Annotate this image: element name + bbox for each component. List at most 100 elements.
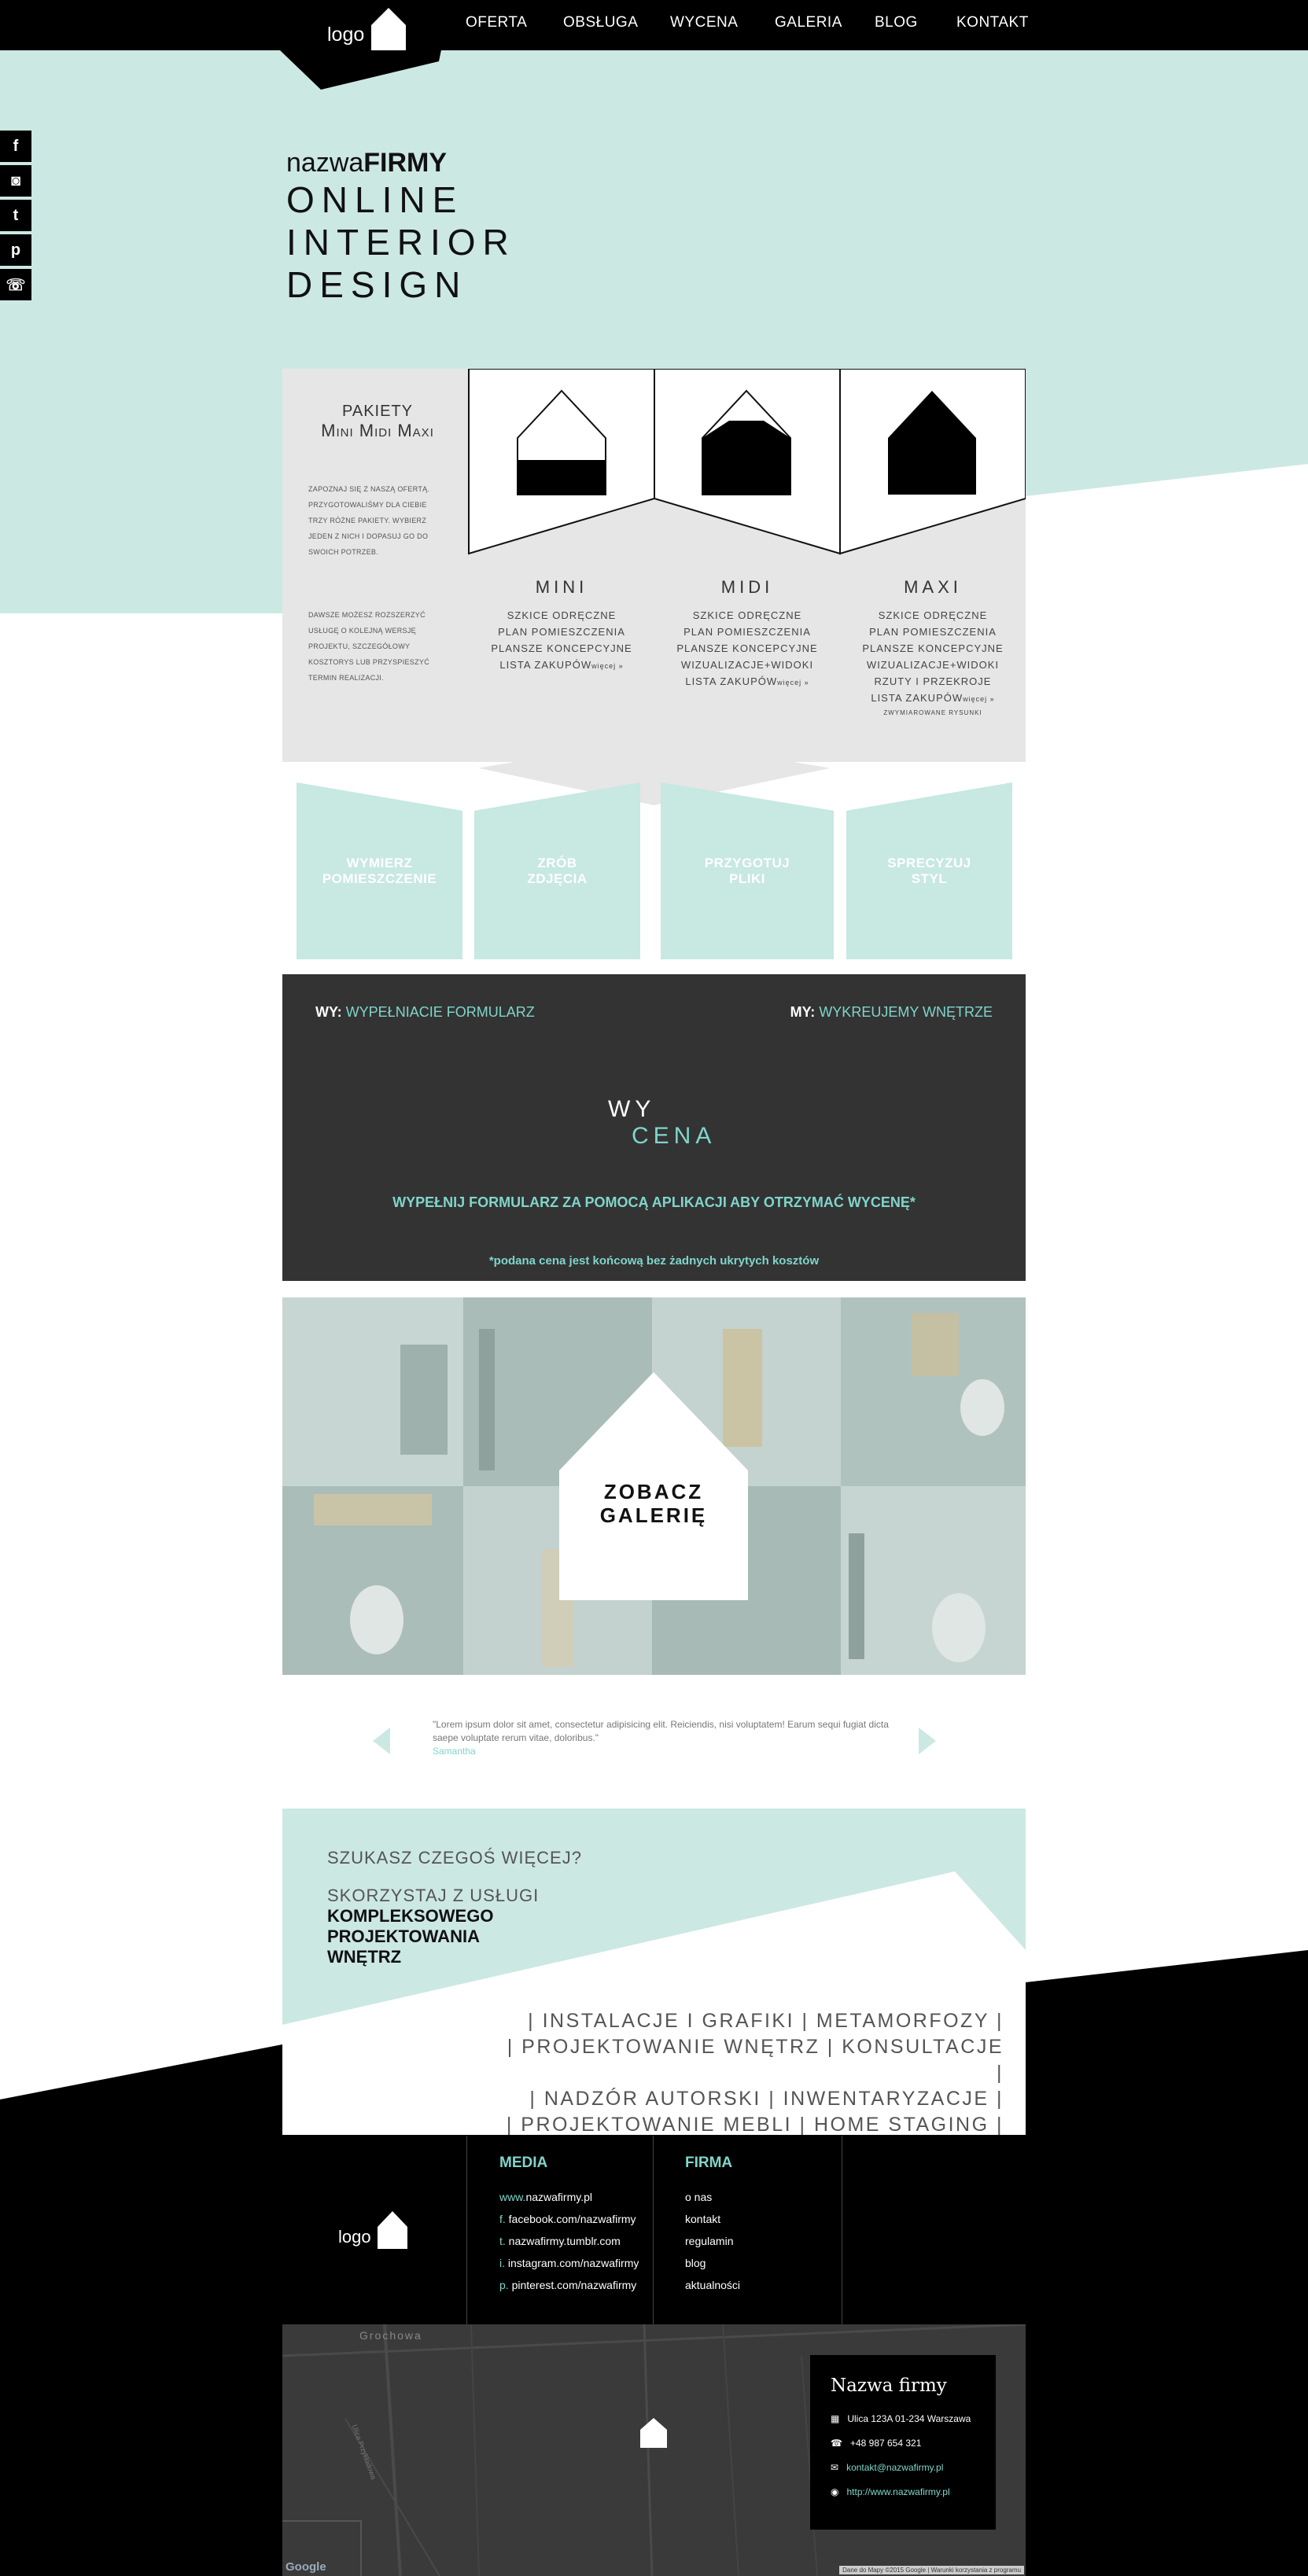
gallery-line1: ZOBACZ [603, 1480, 704, 1503]
company-url[interactable]: http://www.nazwafirmy.pl [846, 2480, 949, 2504]
wy-text: WYPEŁNIACIE FORMULARZ [345, 1004, 535, 1020]
house-midi-icon [702, 389, 791, 495]
more-link[interactable]: więcej » [777, 679, 809, 686]
package-item: WIZUALIZACJE+WIDOKI [680, 659, 814, 671]
firma-link[interactable]: blog [685, 2252, 827, 2274]
gallery-label: ZOBACZ GALERIĘ [559, 1480, 748, 1527]
intro-line: TRZY RÓŻNE PAKIETY. WYBIERZ [308, 517, 427, 524]
step-measure[interactable]: WYMIERZ POMIESZCZENIE [297, 782, 462, 959]
house-mini-icon [517, 389, 606, 495]
map-district-label: Grochowa [359, 2329, 422, 2342]
wycena-logo[interactable]: WY CENA [608, 1096, 734, 1150]
step-style[interactable]: SPRECYZUJ STYL [846, 782, 1012, 959]
package-midi[interactable]: MIDI SZKICE ODRĘCZNE PLAN POMIESZCZENIA … [654, 577, 840, 691]
brand-light: nazwa [286, 148, 364, 178]
link-text: facebook.com/nazwafirmy [508, 2213, 636, 2225]
tumblr-icon[interactable]: t [0, 200, 31, 231]
extra-line: PROJEKTU, SZCZEGÓŁOWY [308, 642, 411, 650]
package-item: SZKICE ODRĘCZNE [507, 609, 617, 621]
phone-icon: ☎ [831, 2438, 842, 2449]
nav-galeria[interactable]: GALERIA [775, 14, 842, 31]
step-l1: WYMIERZ [346, 855, 413, 870]
packages-title: PAKIETY [342, 403, 413, 420]
media-link-www[interactable]: www.nazwafirmy.pl [499, 2186, 672, 2208]
wycena-cta[interactable]: WYPEŁNIJ FORMULARZ ZA POMOCĄ APLIKACJI A… [282, 1194, 1026, 1211]
intro-line: ZAPOZNAJ SIĘ Z NASZĄ OFERTĄ. [308, 485, 430, 493]
nav-kontakt[interactable]: KONTAKT [956, 14, 1029, 31]
link-text: nazwafirmy.pl [525, 2191, 592, 2203]
package-item: PLAN POMIESZCZENIA [869, 626, 997, 638]
package-item: LISTA ZAKUPÓW [685, 675, 778, 687]
footer-media: MEDIA www.nazwafirmy.pl f. facebook.com/… [499, 2155, 672, 2296]
step-l2: PLIKI [729, 870, 765, 886]
media-heading: MEDIA [499, 2155, 548, 2171]
package-item: LISTA ZAKUPÓW [871, 692, 963, 704]
nav-logo[interactable]: logo [327, 6, 414, 50]
firma-link[interactable]: kontakt [685, 2208, 827, 2230]
package-maxi[interactable]: MAXI SZKICE ODRĘCZNE PLAN POMIESZCZENIA … [840, 577, 1026, 719]
nav-blog[interactable]: BLOG [875, 14, 918, 31]
hero-line-3: DESIGN [286, 264, 468, 305]
my-text: WYKREUJEMY WNĘTRZE [819, 1004, 993, 1020]
phone-icon[interactable]: ☏ [0, 269, 31, 300]
company-card: Nazwa firmy ▦ Ulica 123A 01-234 Warszawa … [810, 2355, 996, 2530]
pinterest-icon[interactable]: p [0, 234, 31, 266]
facebook-icon[interactable]: f [0, 131, 31, 162]
package-item: WIZUALIZACJE+WIDOKI [866, 659, 1000, 671]
nav-wycena[interactable]: WYCENA [670, 14, 738, 31]
step-photos[interactable]: ZRÓB ZDJĘCIA [474, 782, 640, 959]
house-maxi-icon [888, 391, 976, 495]
intro-line: PRZYGOTOWALIŚMY DLA CIEBIE [308, 501, 427, 509]
package-mini[interactable]: MINI SZKICE ODRĘCZNE PLAN POMIESZCZENIA … [469, 577, 654, 675]
testimonial: "Lorem ipsum dolor sit amet, consectetur… [433, 1718, 889, 1758]
more-l3: PROJEKTOWANIA [327, 1926, 480, 1946]
package-item: PLAN POMIESZCZENIA [498, 626, 625, 638]
company-email[interactable]: kontakt@nazwafirmy.pl [846, 2456, 943, 2480]
package-item: RZUTY I PRZEKROJE [874, 675, 992, 687]
prev-arrow-icon[interactable] [373, 1728, 390, 1754]
media-link-instagram[interactable]: i. instagram.com/nazwafirmy [499, 2252, 672, 2274]
nav-oferta[interactable]: OFERTA [466, 14, 527, 31]
more-link[interactable]: więcej » [963, 695, 995, 703]
package-item: PLANSZE KONCEPCYJNE [862, 642, 1004, 654]
firma-link[interactable]: regulamin [685, 2230, 827, 2252]
service-line: | PROJEKTOWANIE MEBLI | HOME STAGING | [506, 2114, 1004, 2136]
footer-firma: FIRMA o nas kontakt regulamin blog aktua… [685, 2155, 827, 2296]
step-files[interactable]: PRZYGOTUJ PLIKI [661, 782, 834, 959]
nav-obsluga[interactable]: OBSŁUGA [563, 14, 638, 31]
package-note: ZWYMIAROWANE RYSUNKI [883, 709, 982, 716]
more-l4: WNĘTRZ [327, 1947, 402, 1967]
link-text: instagram.com/nazwafirmy [507, 2257, 639, 2269]
media-link-tumblr[interactable]: t. nazwafirmy.tumblr.com [499, 2230, 672, 2252]
brand-bold: FIRMY [363, 148, 448, 178]
link-prefix: t. [499, 2235, 509, 2247]
instagram-icon[interactable]: ◙ [0, 165, 31, 197]
testimonial-author: Samantha [433, 1746, 476, 1757]
firma-link[interactable]: aktualności [685, 2274, 827, 2296]
map-attribution[interactable]: Dane do Mapy ©2015 Google | Warunki korz… [839, 2566, 1024, 2574]
step-l1: SPRECYZUJ [887, 855, 971, 870]
service-line: | INSTALACJE I GRAFIKI | METAMORFOZY | [528, 2010, 1004, 2032]
step-l1: ZRÓB [537, 855, 577, 870]
firma-link[interactable]: o nas [685, 2186, 827, 2208]
gallery-banner[interactable]: ZOBACZ GALERIĘ [282, 1297, 1026, 1675]
google-logo: Google [286, 2560, 326, 2574]
package-item: PLANSZE KONCEPCYJNE [491, 642, 632, 654]
next-arrow-icon[interactable] [919, 1728, 936, 1754]
intro-line: JEDEN Z NICH I DOPASUJ GO DO [308, 532, 429, 540]
step-l2: STYL [911, 870, 948, 886]
wycena-logo-top: WY [608, 1096, 656, 1122]
more-link[interactable]: więcej » [591, 662, 624, 670]
house-icon [371, 8, 406, 50]
map-marker-icon[interactable] [639, 2417, 668, 2449]
footer-logo[interactable]: logo [337, 2210, 423, 2254]
globe-icon: ◉ [831, 2486, 839, 2497]
more-l1: SKORZYSTAJ Z USŁUGI [327, 1886, 540, 1905]
wycena-left: WY: WYPEŁNIACIE FORMULARZ [315, 1004, 535, 1021]
link-prefix: p. [499, 2279, 512, 2291]
packages-intro: ZAPOZNAJ SIĘ Z NASZĄ OFERTĄ. PRZYGOTOWAL… [308, 481, 450, 560]
media-link-pinterest[interactable]: p. pinterest.com/nazwafirmy [499, 2274, 672, 2296]
firma-heading: FIRMA [685, 2155, 733, 2171]
package-name: MAXI [904, 577, 962, 597]
media-link-facebook[interactable]: f. facebook.com/nazwafirmy [499, 2208, 672, 2230]
